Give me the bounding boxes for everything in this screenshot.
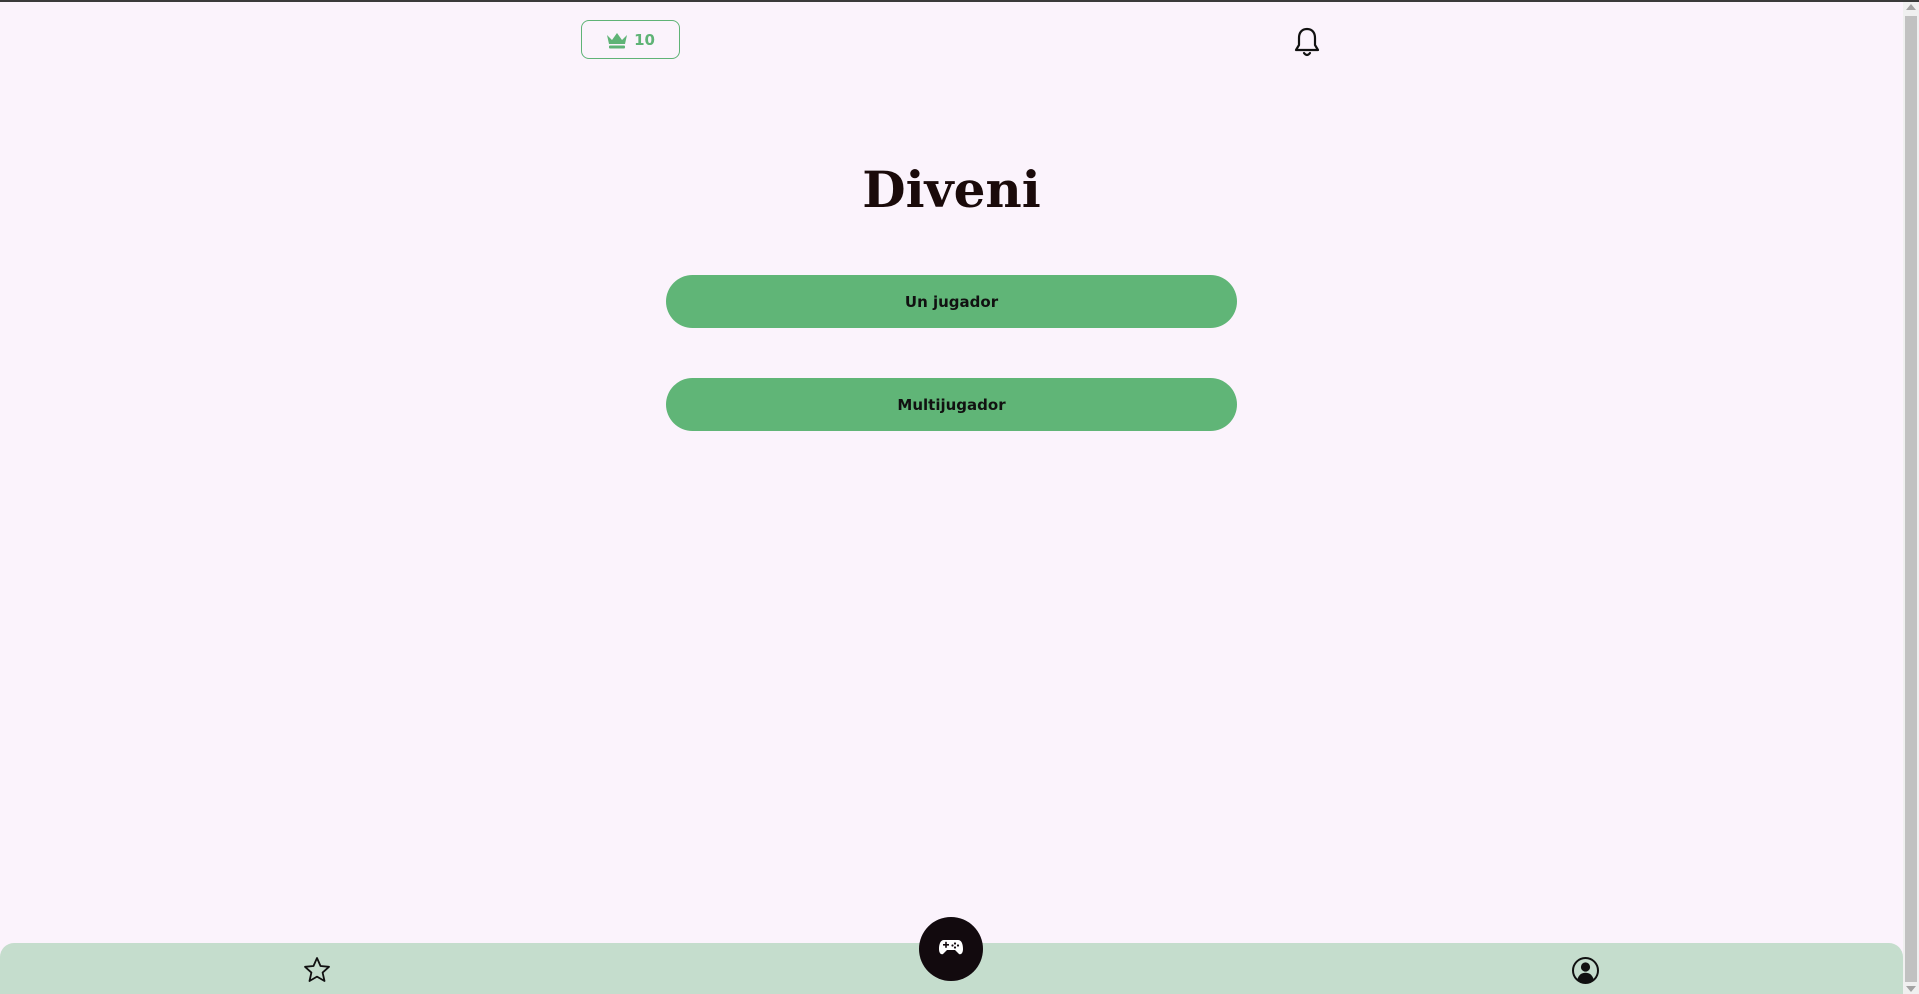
- play-button[interactable]: [919, 917, 983, 981]
- star-icon[interactable]: [302, 955, 332, 985]
- scroll-up-arrow-icon[interactable]: [1906, 4, 1916, 10]
- points-value: 10: [634, 30, 655, 49]
- page: [0, 2, 1903, 994]
- vertical-scrollbar[interactable]: [1903, 2, 1919, 994]
- multiplayer-button[interactable]: Multijugador: [666, 378, 1237, 431]
- points-badge[interactable]: 10: [581, 20, 680, 59]
- scroll-down-arrow-icon[interactable]: [1906, 986, 1916, 992]
- crown-icon: [606, 31, 628, 49]
- scroll-thumb[interactable]: [1905, 16, 1917, 982]
- page-title: Diveni: [862, 160, 1041, 219]
- bell-icon[interactable]: [1293, 26, 1321, 58]
- single-player-button[interactable]: Un jugador: [666, 275, 1237, 328]
- user-circle-icon[interactable]: [1571, 956, 1600, 985]
- gamepad-icon: [938, 938, 964, 960]
